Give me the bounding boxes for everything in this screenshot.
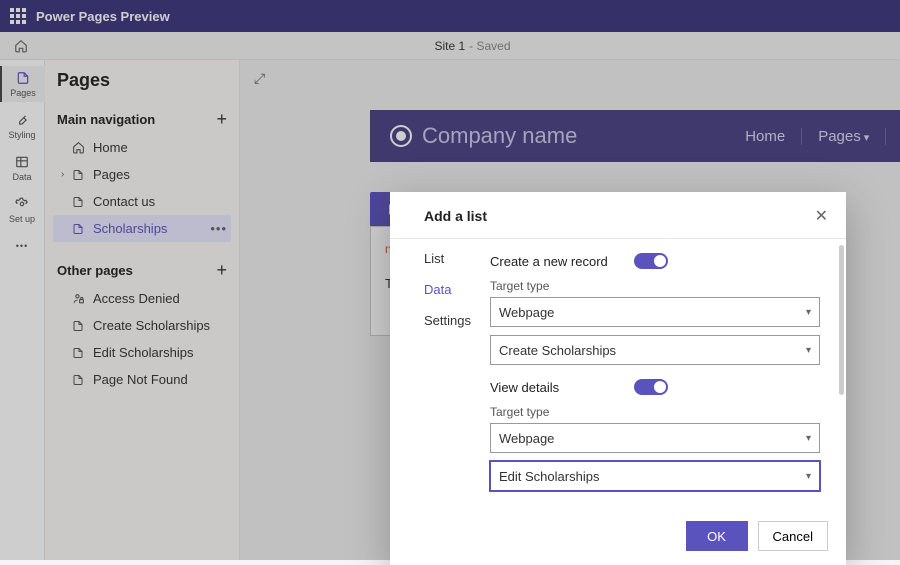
tab-data[interactable]: Data [424, 282, 482, 297]
select-value: Create Scholarships [499, 343, 616, 358]
scrollbar[interactable] [839, 245, 844, 395]
view-details-toggle[interactable] [634, 379, 668, 395]
edit-page-select[interactable]: Edit Scholarships ▾ [490, 461, 820, 491]
select-value: Webpage [499, 431, 554, 446]
modal-form: Create a new record Target type Webpage … [482, 239, 846, 511]
chevron-down-icon: ▾ [806, 307, 811, 318]
modal-tabs: List Data Settings [390, 239, 482, 511]
create-record-row: Create a new record [490, 253, 828, 269]
target-type-select-2[interactable]: Webpage ▾ [490, 423, 820, 453]
target-type-select-1[interactable]: Webpage ▾ [490, 297, 820, 327]
view-details-row: View details [490, 379, 828, 395]
add-list-modal: Add a list ✕ List Data Settings Create a… [390, 192, 846, 565]
target-type-label-2: Target type [490, 405, 828, 419]
cancel-button[interactable]: Cancel [758, 521, 828, 551]
select-value: Edit Scholarships [499, 469, 599, 484]
ok-button[interactable]: OK [686, 521, 748, 551]
create-record-label: Create a new record [490, 254, 608, 269]
chevron-down-icon: ▾ [806, 433, 811, 444]
select-value: Webpage [499, 305, 554, 320]
chevron-down-icon: ▾ [806, 345, 811, 356]
modal-body: List Data Settings Create a new record T… [390, 238, 846, 511]
modal-title: Add a list [424, 208, 487, 224]
modal-footer: OK Cancel [390, 511, 846, 565]
view-details-label: View details [490, 380, 559, 395]
create-page-select[interactable]: Create Scholarships ▾ [490, 335, 820, 365]
modal-header: Add a list ✕ [390, 192, 846, 238]
create-record-toggle[interactable] [634, 253, 668, 269]
chevron-down-icon: ▾ [806, 471, 811, 482]
close-icon[interactable]: ✕ [815, 206, 828, 226]
tab-settings[interactable]: Settings [424, 313, 482, 328]
tab-list[interactable]: List [424, 251, 482, 266]
target-type-label-1: Target type [490, 279, 828, 293]
